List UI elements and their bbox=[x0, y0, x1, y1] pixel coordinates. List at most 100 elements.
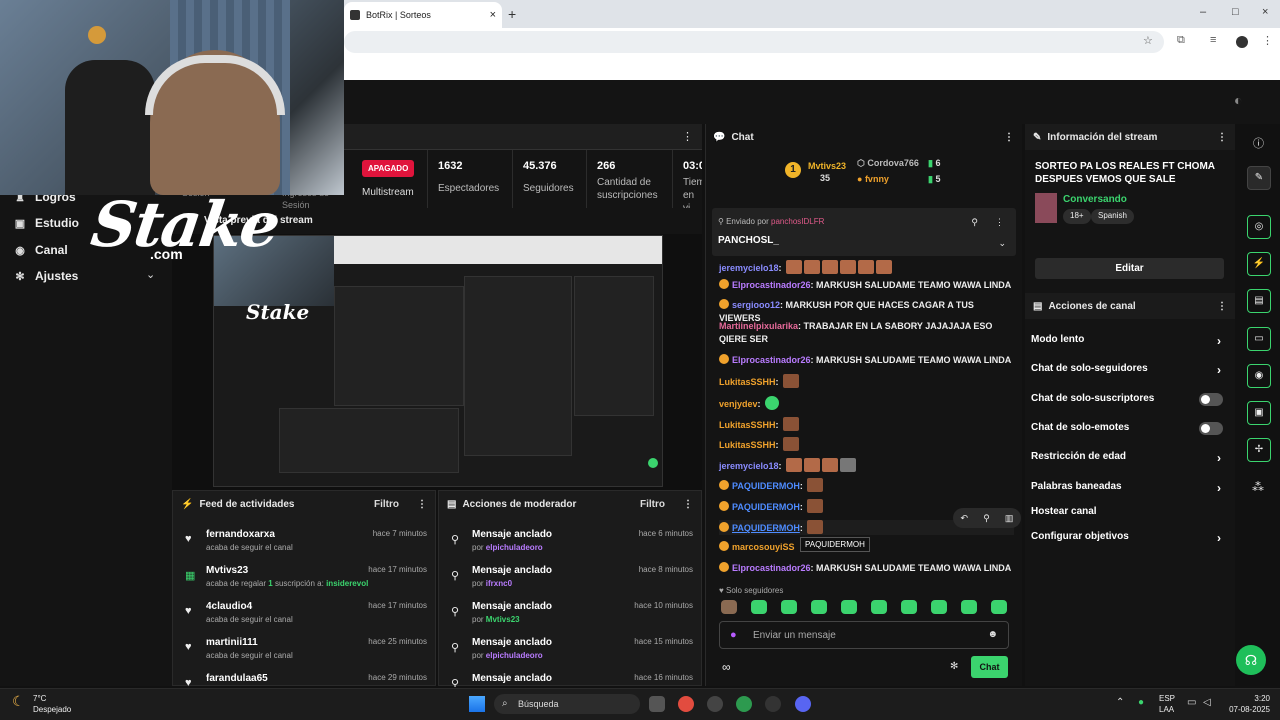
list-item[interactable]: ♥ martinii111 acaba de seguir el canal h… bbox=[173, 633, 435, 669]
leader-third-name[interactable]: ● fvnny bbox=[857, 174, 889, 184]
profile-avatar[interactable] bbox=[1236, 36, 1248, 48]
more-menu-icon[interactable]: ⋮ bbox=[995, 217, 1004, 228]
list-item[interactable]: ⚲ Mensaje anclado por elpichuladeoro hac… bbox=[439, 525, 701, 561]
chat-message[interactable]: LukitasSSHH: bbox=[719, 374, 1014, 389]
chat-message[interactable]: LukitasSSHH: bbox=[719, 417, 1014, 432]
chat-message[interactable]: LukitasSSHH: bbox=[719, 437, 1014, 452]
url-input[interactable] bbox=[344, 31, 1164, 53]
action-subs-only[interactable]: Chat de solo-suscriptores bbox=[1031, 393, 1231, 413]
app-icon[interactable] bbox=[707, 696, 723, 712]
chat-message[interactable]: Martiinelpixularika: TRABAJAR EN LA SABO… bbox=[719, 320, 1014, 346]
leader-first-name[interactable]: Mvtivs23 bbox=[808, 161, 846, 171]
chat-message[interactable]: Elprocastinador26: MARKUSH SALUDAME TEAM… bbox=[719, 279, 1014, 292]
mod-username[interactable]: ifrxnc0 bbox=[486, 579, 512, 588]
chat-message[interactable]: Elprocastinador26: MARKUSH SALUDAME TEAM… bbox=[719, 562, 1014, 575]
tray-chevron-icon[interactable]: ⌃ bbox=[1116, 697, 1124, 708]
more-menu-icon[interactable]: ⋮ bbox=[683, 499, 693, 510]
chevron-down-icon[interactable]: ⌄ bbox=[998, 238, 1006, 249]
stream-category[interactable]: Conversando bbox=[1063, 194, 1127, 205]
minimize-button[interactable]: – bbox=[1200, 6, 1206, 18]
action-emotes-only[interactable]: Chat de solo-emotes bbox=[1031, 422, 1231, 442]
feed-username[interactable]: farandulaa65 bbox=[206, 673, 268, 684]
sidebar-item-ajustes[interactable]: ✻ Ajustes bbox=[14, 269, 78, 283]
microphone-icon[interactable]: ● bbox=[730, 629, 737, 641]
emote-icon[interactable] bbox=[811, 600, 827, 614]
action-slow-mode[interactable]: Modo lento › bbox=[1031, 334, 1231, 354]
edit-icon[interactable]: ✎ bbox=[1247, 166, 1271, 190]
chat-username[interactable]: jeremycielo18 bbox=[719, 461, 779, 471]
volume-icon[interactable]: ◁ bbox=[1203, 697, 1211, 708]
language-indicator[interactable]: ESP LAA bbox=[1159, 693, 1175, 715]
gear-icon[interactable]: ✻ bbox=[950, 661, 958, 672]
stream-preview-image[interactable]: Stake bbox=[213, 235, 663, 487]
more-menu-icon[interactable]: ⋮ bbox=[682, 130, 693, 143]
pinned-message[interactable]: ⚲ Enviado por panchosIDLFR PANCHOSL_ ⚲ ⋮… bbox=[712, 208, 1016, 256]
more-menu-icon[interactable]: ⋮ bbox=[1217, 132, 1227, 143]
layout-icon[interactable]: ▣ bbox=[1247, 401, 1271, 425]
chat-message[interactable]: jeremycielo18: bbox=[719, 458, 1014, 473]
maximize-button[interactable]: □ bbox=[1232, 6, 1239, 18]
info-icon[interactable]: ⓘ bbox=[1253, 135, 1264, 151]
list-item[interactable]: ▦ Mvtivs23 acaba de regalar 1 suscripció… bbox=[173, 561, 435, 597]
list-item[interactable]: ⚲ Mensaje anclado por elpichuladeoro hac… bbox=[439, 633, 701, 669]
infinity-icon[interactable]: ∞ bbox=[722, 660, 731, 674]
network-icon[interactable]: ▭ bbox=[1187, 697, 1196, 708]
emote-icon[interactable] bbox=[991, 600, 1007, 614]
chevron-down-icon[interactable]: ⌄ bbox=[146, 268, 155, 281]
emote-icon[interactable] bbox=[781, 600, 797, 614]
apps-icon[interactable]: ⁂ bbox=[1252, 480, 1264, 494]
more-menu-icon[interactable]: ⋮ bbox=[1262, 34, 1273, 47]
leader-second-name[interactable]: ⬡ Cordova766 bbox=[857, 158, 919, 169]
emote-icon[interactable] bbox=[901, 600, 917, 614]
chat-username[interactable]: venjydev bbox=[719, 399, 758, 409]
pin-icon[interactable]: ⚲ bbox=[971, 217, 978, 228]
chat-username[interactable]: LukitasSSHH bbox=[719, 440, 776, 450]
list-item[interactable]: ⚲ Mensaje anclado hace 16 minutos bbox=[439, 669, 701, 687]
list-item[interactable]: ⚲ Mensaje anclado por ifrxnc0 hace 8 min… bbox=[439, 561, 701, 597]
more-menu-icon[interactable]: ⋮ bbox=[1217, 301, 1227, 312]
send-chat-button[interactable]: Chat bbox=[971, 656, 1008, 678]
chat-username[interactable]: PAQUIDERMOH bbox=[732, 481, 800, 491]
action-age-restriction[interactable]: Restricción de edad › bbox=[1031, 451, 1231, 471]
chat-username[interactable]: PAQUIDERMOH bbox=[732, 523, 800, 533]
moon-icon[interactable]: ☾ bbox=[12, 693, 25, 710]
undo-icon[interactable]: ↶ bbox=[961, 513, 969, 524]
chat-message[interactable]: Elprocastinador26: MARKUSH SALUDAME TEAM… bbox=[719, 354, 1014, 367]
action-goals[interactable]: Configurar objetivos › bbox=[1031, 531, 1231, 551]
discord-icon[interactable] bbox=[795, 696, 811, 712]
list-item[interactable]: ♥ fernandoxarxa acaba de seguir el canal… bbox=[173, 525, 435, 561]
taskview-icon[interactable] bbox=[649, 696, 665, 712]
sidebar-item-estudio[interactable]: ▣ Estudio bbox=[14, 216, 79, 230]
emote-icon[interactable] bbox=[841, 600, 857, 614]
chat-username[interactable]: PAQUIDERMOH bbox=[732, 502, 800, 512]
window-close-button[interactable]: × bbox=[1262, 6, 1268, 18]
more-menu-icon[interactable]: ⋮ bbox=[1004, 132, 1014, 143]
chat-username[interactable]: marcosouyiSS bbox=[732, 542, 795, 552]
chat-message[interactable]: jeremycielo18: bbox=[719, 260, 1014, 275]
feed-username[interactable]: fernandoxarxa bbox=[206, 529, 275, 540]
new-tab-button[interactable]: + bbox=[508, 6, 516, 22]
chat-username[interactable]: jeremycielo18 bbox=[719, 263, 779, 273]
chat-username[interactable]: Elprocastinador26 bbox=[732, 280, 811, 290]
emote-icon[interactable] bbox=[961, 600, 977, 614]
chat-username[interactable]: LukitasSSHH bbox=[719, 377, 776, 387]
windows-start-icon[interactable] bbox=[469, 696, 485, 712]
emote-icon[interactable] bbox=[721, 600, 737, 614]
star-icon[interactable]: ☆ bbox=[1143, 34, 1153, 47]
chat-message[interactable]: venjydev: bbox=[719, 396, 1014, 411]
chrome-active-icon[interactable] bbox=[736, 696, 752, 712]
emoji-icon[interactable]: ☻ bbox=[987, 629, 998, 640]
mod-username[interactable]: elpichuladeoro bbox=[486, 543, 543, 552]
chat-icon[interactable]: ▭ bbox=[1247, 327, 1271, 351]
support-headset-icon[interactable]: ☊ bbox=[1236, 645, 1266, 675]
action-banned-words[interactable]: Palabras baneadas › bbox=[1031, 481, 1231, 501]
emote-icon[interactable] bbox=[751, 600, 767, 614]
extensions-icon[interactable]: ⧉ bbox=[1177, 34, 1185, 47]
taskbar-clock[interactable]: 3:20 07-08-2025 bbox=[1218, 693, 1270, 715]
emote-icon[interactable] bbox=[931, 600, 947, 614]
subs-only-toggle[interactable] bbox=[1199, 393, 1223, 406]
tools-icon[interactable]: ✢ bbox=[1247, 438, 1271, 462]
feed-username[interactable]: Mvtivs23 bbox=[206, 565, 248, 576]
user-avatar-icon[interactable]: ◐ bbox=[1234, 92, 1242, 108]
emotes-only-toggle[interactable] bbox=[1199, 422, 1223, 435]
